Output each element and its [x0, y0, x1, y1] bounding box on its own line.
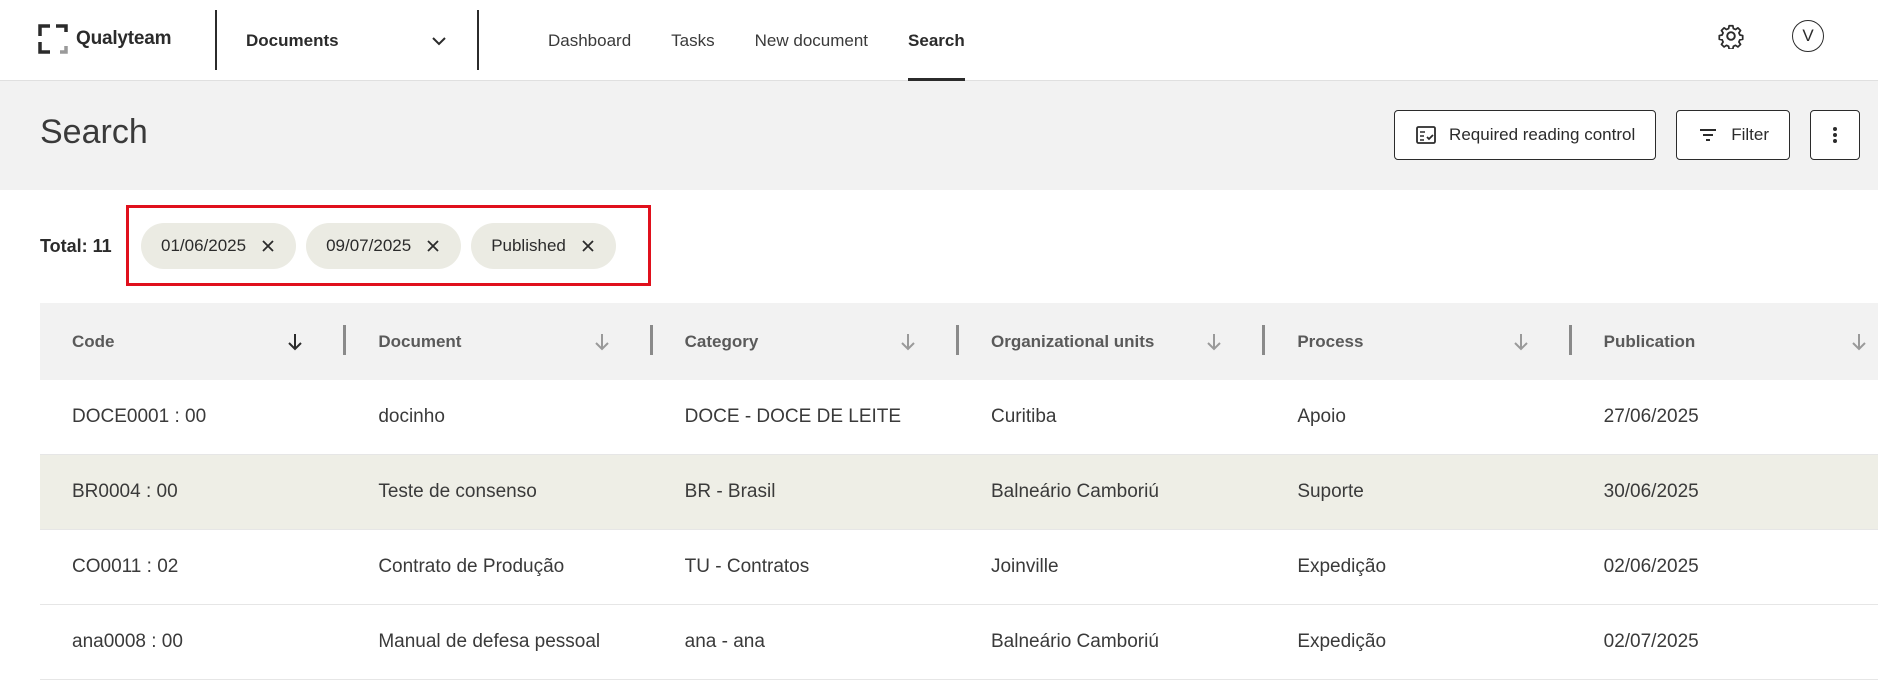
cell-code: BR0004 : 00	[72, 481, 178, 502]
arrow-down-icon[interactable]	[897, 331, 919, 353]
cell-publication: 27/06/2025	[1603, 406, 1699, 427]
required-reading-control-button[interactable]: Required reading control	[1394, 110, 1657, 160]
module-selector[interactable]: Documents	[216, 0, 478, 81]
page-title: Search	[40, 113, 148, 151]
column-header-label: Publication	[1603, 331, 1696, 351]
active-filters-row: Total: 11 01/06/2025 09/07/2025 Publishe…	[0, 190, 1878, 303]
nav-divider	[477, 10, 479, 70]
table-row[interactable]: DOCE0001 : 00 docinho DOCE - DOCE DE LEI…	[40, 380, 1878, 455]
cell-organizational-units: Balneário Camboriú	[990, 631, 1159, 652]
column-header-publication[interactable]: Publication	[1572, 303, 1878, 380]
filter-chip-label: 09/07/2025	[326, 235, 412, 255]
top-navigation-bar: Qualyteam Documents Dashboard Tasks New …	[0, 0, 1878, 81]
page-header: Search Required reading control Filter	[0, 81, 1878, 190]
cell-category: BR - Brasil	[684, 481, 776, 502]
cell-organizational-units: Balneário Camboriú	[990, 481, 1159, 502]
arrow-down-icon[interactable]	[1203, 331, 1225, 353]
filter-chip-start-date[interactable]: 01/06/2025	[141, 222, 297, 269]
cell-code: ana0008 : 00	[72, 631, 183, 652]
cell-document: Teste de consenso	[378, 481, 537, 502]
filter-chip-end-date[interactable]: 09/07/2025	[306, 222, 462, 269]
nav-new-document[interactable]: New document	[735, 0, 888, 81]
cell-process: Expedição	[1297, 631, 1387, 652]
cell-document: docinho	[378, 406, 445, 427]
close-icon[interactable]	[260, 238, 276, 254]
column-header-category[interactable]: Category	[653, 303, 959, 380]
table-row[interactable]: ana0008 : 00 Manual de defesa pessoal an…	[40, 605, 1878, 680]
column-header-label: Process	[1297, 331, 1364, 351]
more-vertical-icon	[1833, 127, 1837, 143]
filter-chip-label: 01/06/2025	[161, 235, 247, 255]
results-total: Total: 11	[40, 236, 112, 256]
nav-dashboard[interactable]: Dashboard	[528, 0, 651, 81]
user-avatar[interactable]: V	[1792, 20, 1824, 52]
column-header-process[interactable]: Process	[1265, 303, 1572, 380]
arrow-down-icon[interactable]	[591, 331, 613, 353]
arrow-down-icon[interactable]	[284, 331, 306, 353]
column-header-label: Document	[378, 331, 462, 351]
more-options-button[interactable]	[1810, 110, 1860, 160]
cell-document: Contrato de Produção	[378, 556, 565, 577]
arrow-down-icon[interactable]	[1510, 331, 1532, 353]
filter-label: Filter	[1731, 125, 1769, 144]
active-filter-chips: 01/06/2025 09/07/2025 Published	[126, 205, 651, 286]
table-header: Code Document Category Organizational un…	[40, 303, 1878, 380]
module-selector-label: Documents	[246, 30, 339, 50]
cell-process: Apoio	[1297, 406, 1346, 427]
column-header-code[interactable]: Code	[40, 303, 347, 380]
checklist-icon	[1416, 126, 1436, 144]
brand-name: Qualyteam	[76, 28, 172, 49]
documents-table: Code Document Category Organizational un…	[40, 303, 1878, 680]
column-header-organizational-units[interactable]: Organizational units	[959, 303, 1266, 380]
cell-publication: 30/06/2025	[1603, 481, 1699, 502]
column-header-label: Category	[684, 331, 759, 351]
required-reading-control-label: Required reading control	[1449, 125, 1636, 144]
cell-document: Manual de defesa pessoal	[378, 631, 601, 652]
column-header-label: Organizational units	[990, 331, 1155, 351]
filter-chip-status[interactable]: Published	[471, 222, 616, 269]
column-header-label: Code	[72, 331, 115, 351]
cell-code: DOCE0001 : 00	[72, 406, 207, 427]
arrow-down-icon[interactable]	[1848, 331, 1870, 353]
nav-search[interactable]: Search	[888, 0, 985, 81]
chevron-down-icon	[432, 36, 446, 45]
cell-category: ana - ana	[684, 631, 765, 652]
main-nav: Dashboard Tasks New document Search	[528, 0, 985, 81]
gear-icon[interactable]	[1718, 23, 1744, 49]
filter-chip-label: Published	[491, 235, 566, 255]
cell-organizational-units: Curitiba	[990, 406, 1057, 427]
cell-code: CO0011 : 02	[72, 556, 179, 577]
cell-organizational-units: Joinville	[990, 556, 1059, 577]
cell-publication: 02/06/2025	[1603, 556, 1699, 577]
cell-category: TU - Contratos	[684, 556, 810, 577]
cell-process: Suporte	[1297, 481, 1364, 502]
close-icon[interactable]	[580, 238, 596, 254]
cell-category: DOCE - DOCE DE LEITE	[684, 406, 902, 427]
cell-process: Expedição	[1297, 556, 1387, 577]
table-row[interactable]: BR0004 : 00 Teste de consenso BR - Brasi…	[40, 455, 1878, 530]
nav-tasks[interactable]: Tasks	[651, 0, 734, 81]
table-body: DOCE0001 : 00 docinho DOCE - DOCE DE LEI…	[40, 380, 1878, 680]
column-header-document[interactable]: Document	[346, 303, 653, 380]
brand-logo[interactable]: Qualyteam	[38, 22, 172, 56]
top-actions: V	[1718, 20, 1824, 52]
table-row[interactable]: CO0011 : 02 Contrato de Produção TU - Co…	[40, 530, 1878, 605]
cell-publication: 02/07/2025	[1603, 631, 1699, 652]
header-actions: Required reading control Filter	[1394, 110, 1860, 160]
qualyteam-logo-icon	[38, 24, 68, 54]
filter-button[interactable]: Filter	[1676, 110, 1790, 160]
close-icon[interactable]	[425, 238, 441, 254]
filter-icon	[1700, 129, 1717, 141]
